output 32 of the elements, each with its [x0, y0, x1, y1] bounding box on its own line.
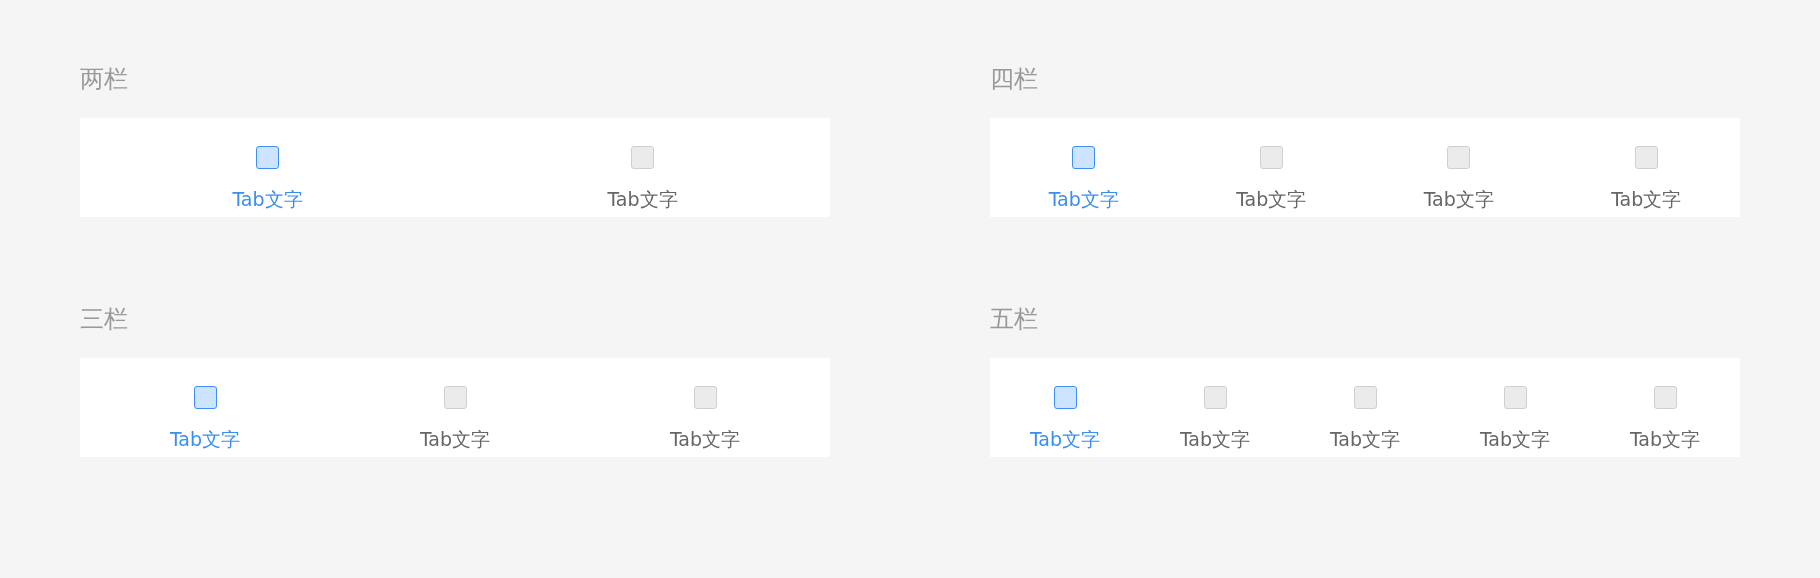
tab[interactable]: Tab文字: [990, 118, 1178, 217]
square-icon: [1447, 146, 1471, 169]
tab[interactable]: Tab文字: [330, 358, 580, 457]
section-title: 两栏: [80, 64, 128, 95]
tab[interactable]: Tab文字: [1140, 358, 1290, 457]
tab[interactable]: Tab文字: [1365, 118, 1553, 217]
section-title: 三栏: [80, 304, 128, 335]
tab[interactable]: Tab文字: [990, 358, 1140, 457]
tab[interactable]: Tab文字: [580, 358, 830, 457]
square-icon: [1634, 146, 1658, 169]
tab[interactable]: Tab文字: [1440, 358, 1590, 457]
tab[interactable]: Tab文字: [1290, 358, 1440, 457]
tab[interactable]: Tab文字: [455, 118, 830, 217]
tab[interactable]: Tab文字: [1177, 118, 1365, 217]
tab[interactable]: Tab文字: [80, 118, 455, 217]
square-icon: [443, 386, 467, 409]
square-icon: [1072, 146, 1096, 169]
square-icon: [631, 146, 654, 169]
tab[interactable]: Tab文字: [1590, 358, 1740, 457]
square-icon: [256, 146, 279, 169]
section-title: 四栏: [990, 64, 1038, 95]
square-icon: [193, 386, 217, 409]
section-title: 五栏: [990, 304, 1038, 335]
square-icon: [1653, 386, 1677, 409]
tab[interactable]: Tab文字: [80, 358, 330, 457]
square-icon: [693, 386, 717, 409]
tab[interactable]: Tab文字: [1552, 118, 1740, 217]
square-icon: [1503, 386, 1527, 409]
square-icon: [1259, 146, 1283, 169]
square-icon: [1053, 386, 1077, 409]
square-icon: [1203, 386, 1227, 409]
square-icon: [1353, 386, 1377, 409]
